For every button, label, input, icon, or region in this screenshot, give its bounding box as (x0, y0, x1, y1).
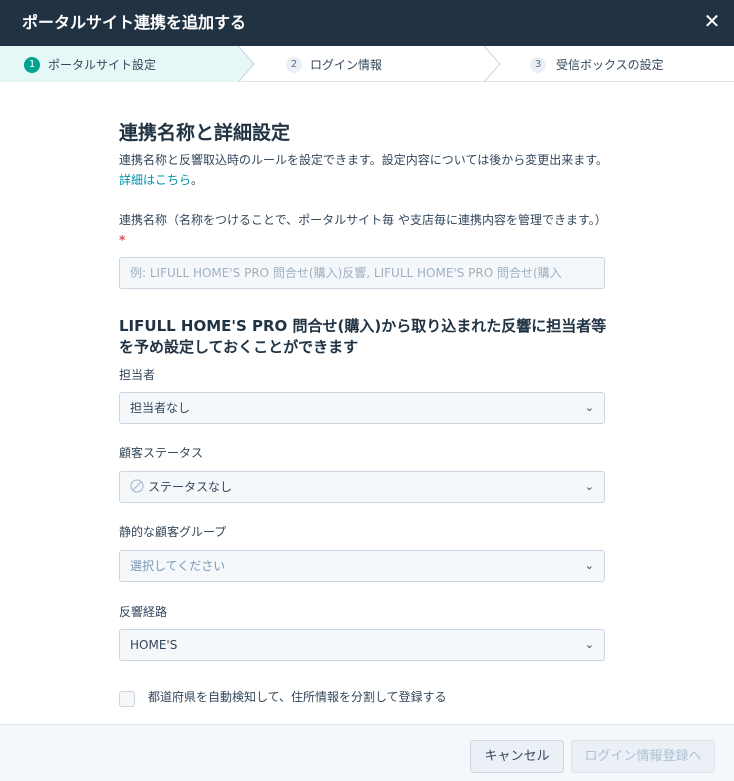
static-group-placeholder: 選択してください (130, 559, 226, 573)
owner-value: 担当者なし (130, 401, 191, 415)
connection-name-label: 連携名称（名称をつけることで、ポータルサイト毎 や支店毎に連携内容を管理できます… (119, 210, 609, 250)
step-3-label[interactable]: 受信ボックスの設定 (556, 56, 664, 73)
static-group-select[interactable]: 選択してください ⌄ (119, 550, 605, 582)
customer-status-select[interactable]: ステータスなし ⌄ (119, 471, 605, 503)
response-route-label: 反響経路 (119, 605, 168, 619)
cancel-button[interactable]: キャンセル (470, 740, 564, 773)
chevron-down-icon: ⌄ (584, 480, 594, 493)
step-1-label[interactable]: ポータルサイト設定 (48, 56, 156, 73)
defaults-heading: LIFULL HOME'S PRO 問合せ(購入)から取り込まれた反響に担当者等… (119, 317, 607, 356)
auto-detect-checkbox[interactable] (119, 691, 135, 707)
step-2-label[interactable]: ログイン情報 (310, 56, 382, 73)
description-text: 連携名称と反響取込時のルールを設定できます。設定内容については後から変更出来ます… (119, 153, 609, 167)
stepper: 1 ポータルサイト設定 2 ログイン情報 3 受信ボックスの設定 (0, 46, 734, 82)
step-2-number: 2 (286, 57, 302, 73)
connection-name-label-text: 連携名称（名称をつけることで、ポータルサイト毎 や支店毎に連携内容を管理できます… (119, 213, 607, 227)
close-icon[interactable]: ✕ (700, 10, 724, 34)
response-route-value: HOME'S (130, 638, 178, 652)
step-3-number: 3 (530, 57, 546, 73)
owner-label: 担当者 (119, 368, 156, 382)
dialog-header: ポータルサイト連携を追加する ✕ (0, 0, 734, 46)
section-description: 連携名称と反響取込時のルールを設定できます。設定内容については後から変更出来ます… (119, 150, 609, 190)
required-mark: * (119, 233, 126, 247)
ban-icon (130, 479, 144, 493)
details-link[interactable]: 詳細はこちら (119, 173, 191, 187)
next-button[interactable]: ログイン情報登録へ (571, 740, 715, 773)
customer-status-label: 顧客ステータス (119, 446, 204, 460)
dialog-title: ポータルサイト連携を追加する (22, 13, 247, 32)
chevron-down-icon: ⌄ (584, 559, 594, 572)
section-title: 連携名称と詳細設定 (119, 122, 291, 144)
static-group-label: 静的な顧客グループ (119, 525, 227, 539)
chevron-down-icon: ⌄ (584, 401, 594, 414)
step-1-number: 1 (24, 57, 40, 73)
description-end: 。 (191, 173, 204, 187)
chevron-down-icon: ⌄ (584, 638, 594, 651)
auto-detect-label[interactable]: 都道府県を自動検知して、住所情報を分割して登録する (148, 688, 447, 705)
dialog-footer: キャンセル ログイン情報登録へ (0, 724, 734, 781)
owner-select[interactable]: 担当者なし ⌄ (119, 392, 605, 424)
connection-name-input[interactable]: 例: LIFULL HOME'S PRO 問合せ(購入)反響, LIFULL H… (119, 257, 605, 289)
response-route-select[interactable]: HOME'S ⌄ (119, 629, 605, 661)
customer-status-value: ステータスなし (148, 480, 233, 494)
